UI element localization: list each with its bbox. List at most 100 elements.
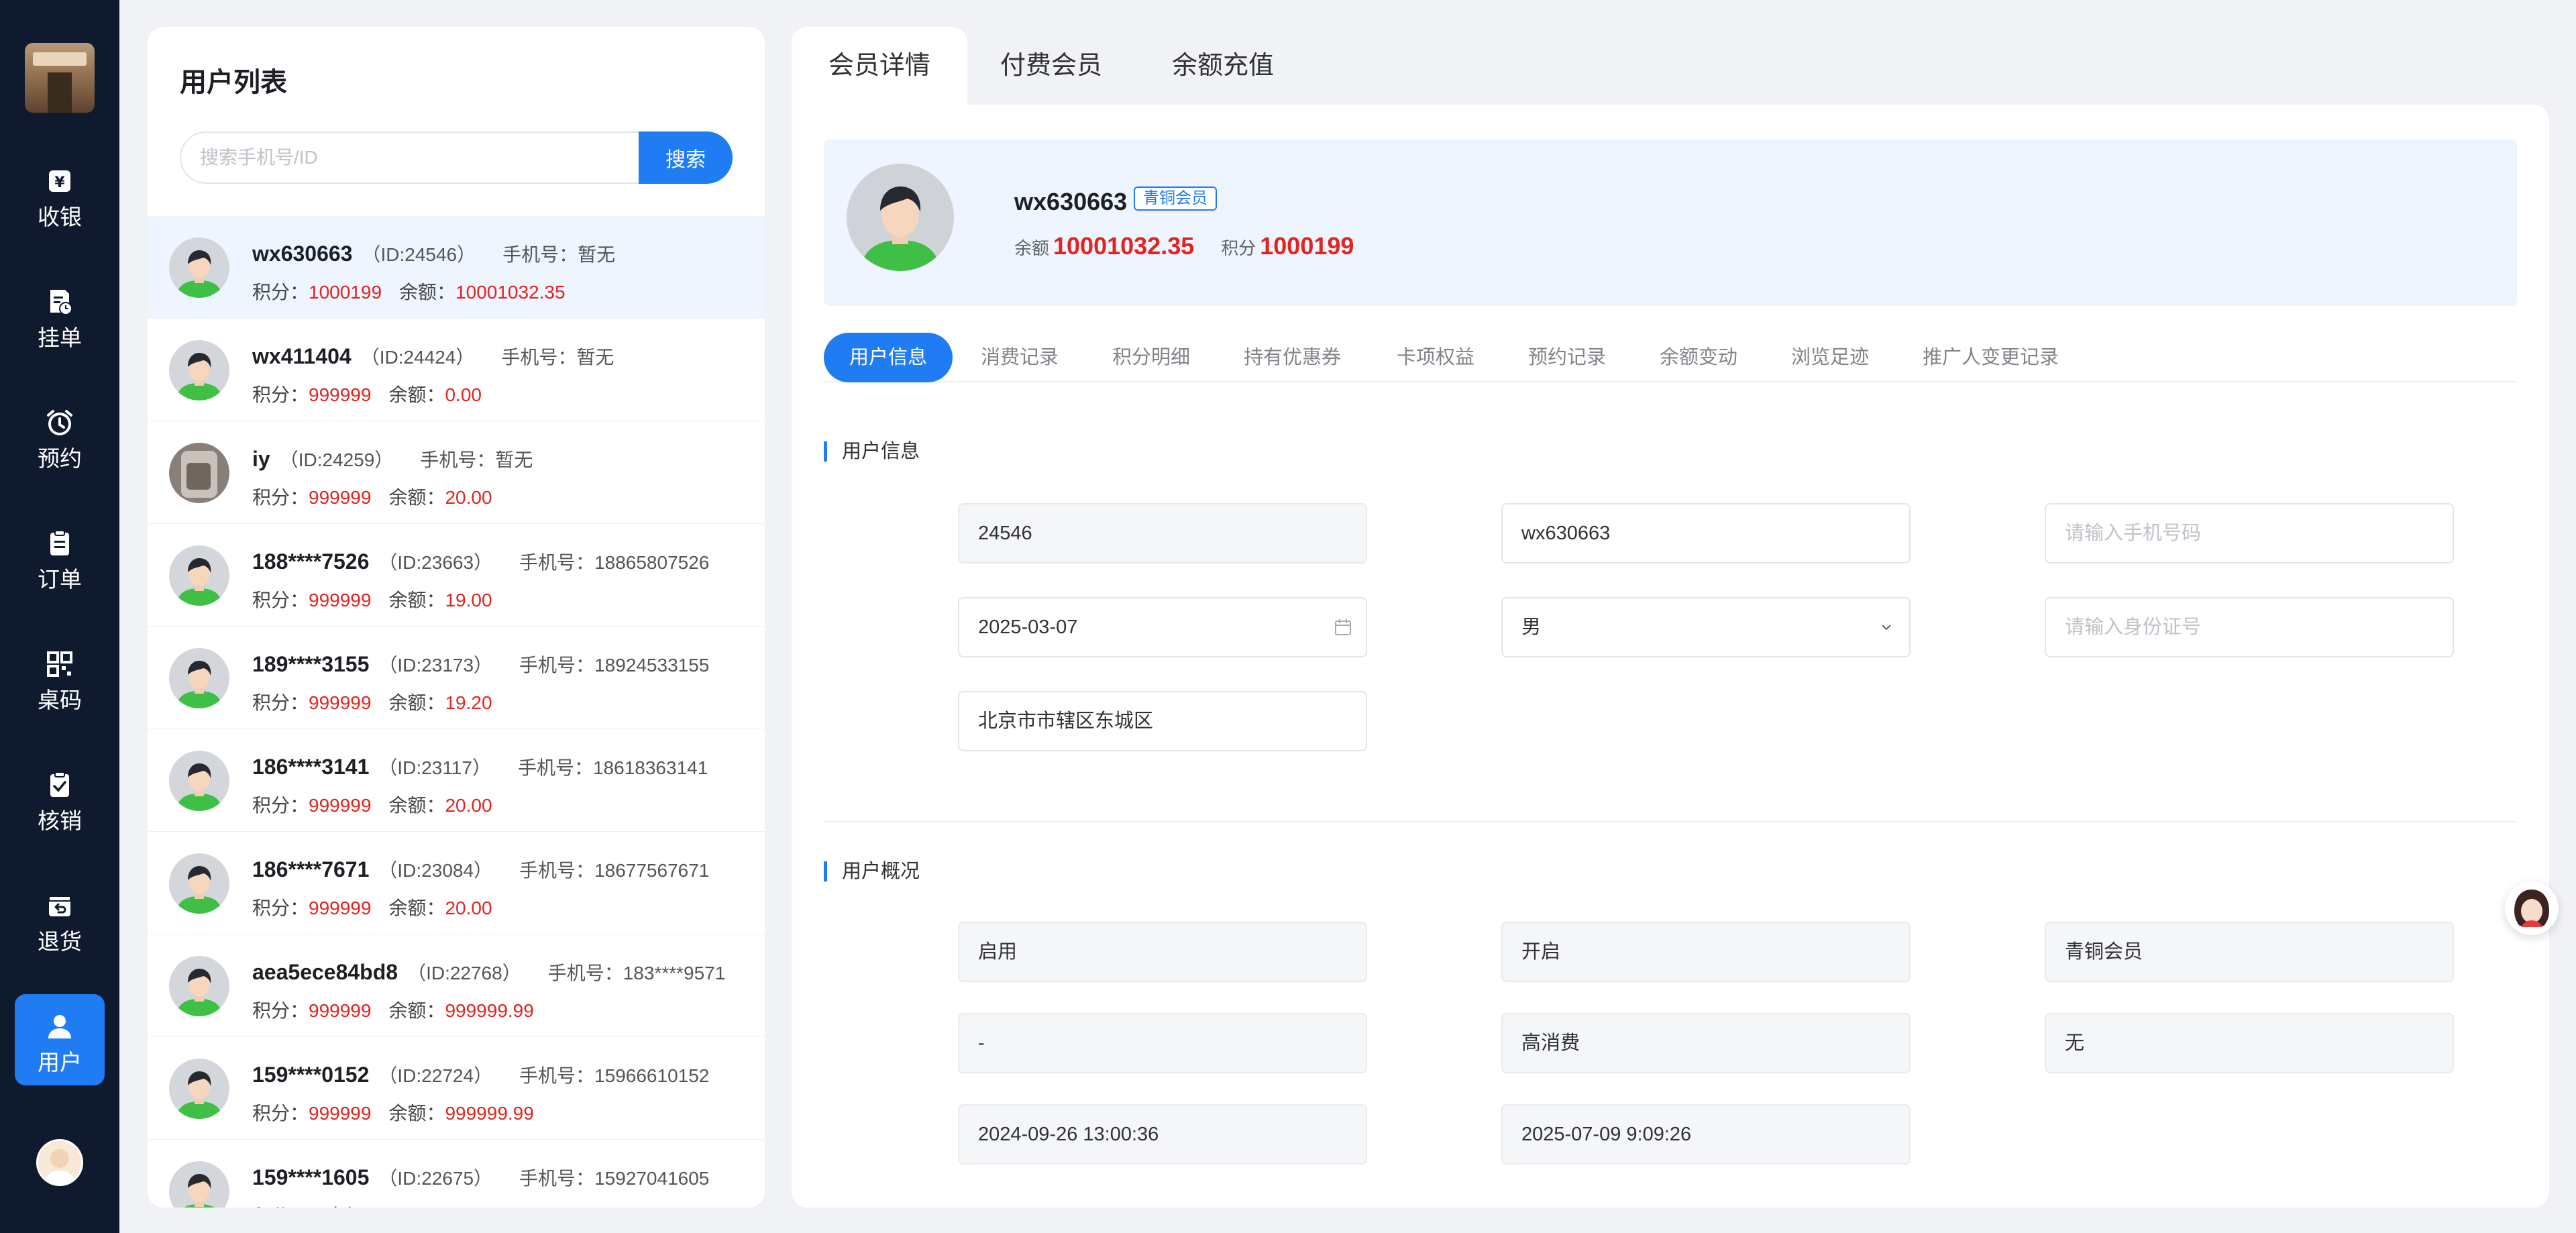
user-list-item[interactable]: 189****3155 （ID:23173） 手机号：18924533155 积分：9… <box>148 627 765 729</box>
field-real-name[interactable]: wx630663 <box>1501 503 1911 564</box>
return-icon <box>48 896 71 916</box>
tab-paid-member[interactable]: 付费会员 <box>967 27 1135 105</box>
user-list-item[interactable]: 159****0152 （ID:22724） 手机号：15966610152 积分：9… <box>148 1037 765 1140</box>
nav-table-code[interactable]: 桌码 <box>15 632 105 723</box>
user-phone: 18865807526 <box>594 552 710 573</box>
user-list-item[interactable]: 186****3141 （ID:23117） 手机号：18618363141 积分：9… <box>148 729 765 832</box>
current-user-avatar[interactable] <box>36 1139 83 1186</box>
user-balance: 20.00 <box>445 795 492 816</box>
pending-order-icon <box>50 290 72 315</box>
user-points: 999999 <box>309 1103 372 1124</box>
nav-orders[interactable]: 订单 <box>15 511 105 602</box>
nav-label: 挂单 <box>38 325 82 350</box>
field-birthday[interactable]: 2025-03-07 <box>958 597 1367 657</box>
user-avatar <box>169 956 229 1016</box>
nav-pending-order[interactable]: 挂单 <box>15 270 105 361</box>
field-address[interactable]: 北京市市辖区东城区 <box>958 691 1367 751</box>
subtab-balance-changes[interactable]: 余额变动 <box>1634 333 1763 382</box>
nav-label: 退货 <box>38 929 82 954</box>
store-logo[interactable] <box>25 43 95 113</box>
field-phone[interactable]: 请输入手机号码 <box>2045 503 2454 564</box>
points-label: 积分： <box>252 692 309 713</box>
balance-label: 余额： <box>388 692 445 713</box>
user-id: （ID:23663） <box>378 552 493 573</box>
user-points: 999999 <box>309 1000 372 1021</box>
member-name: wx630663 <box>1014 188 1128 215</box>
balance-label: 余额： <box>388 1000 445 1021</box>
user-name: aea5ece84bd8 <box>252 960 398 984</box>
user-points: 999999 <box>309 590 372 610</box>
user-avatar <box>169 237 229 298</box>
user-phone-label: 手机号： <box>420 449 496 470</box>
field-user-id: 24546 <box>958 503 1367 564</box>
subtab-consumption[interactable]: 消费记录 <box>955 333 1084 382</box>
user-row-header: iy （ID:24259） 手机号：暂无 <box>252 445 533 472</box>
user-list-item[interactable]: wx630663 （ID:24546） 手机号：暂无 积分：1000199 余额：100… <box>148 216 765 319</box>
nav-user[interactable]: 用户 <box>15 994 105 1085</box>
field-register-time: 2024-09-26 13:00:36 <box>958 1104 1367 1165</box>
user-phone-label: 手机号： <box>502 244 578 265</box>
search-button[interactable]: 搜索 <box>639 131 733 184</box>
member-detail-panel: wx630663 青铜会员 余额 10001032.35 积分 1000199 用户信… <box>792 105 2549 1208</box>
user-row-stats: 积分：999999 余额：0.00 <box>252 380 482 407</box>
user-points: 999999 <box>309 795 372 816</box>
subtab-user-info[interactable]: 用户信息 <box>824 333 953 382</box>
sidebar: ¥ 收银 挂单 预约 订单 桌码 核销 退货 用户 <box>0 0 119 1233</box>
user-name: 159****1605 <box>252 1165 370 1189</box>
member-balance-line: 余额 10001032.35 积分 1000199 <box>1014 232 1381 260</box>
user-list-item[interactable]: aea5ece84bd8 （ID:22768） 手机号：183****9571 积分：… <box>148 934 765 1037</box>
subtab-reservations[interactable]: 预约记录 <box>1503 333 1631 382</box>
qr-code-icon <box>47 651 72 677</box>
field-status: 开启 <box>1501 922 1911 982</box>
user-list-item[interactable]: 186****7671 （ID:23084） 手机号：18677567671 积分：9… <box>148 832 765 934</box>
subtab-points[interactable]: 积分明细 <box>1087 333 1216 382</box>
nav-cashier[interactable]: ¥ 收银 <box>15 149 105 240</box>
user-row-header: 186****3141 （ID:23117） 手机号：18618363141 <box>252 753 708 780</box>
user-avatar <box>169 443 229 503</box>
nav-return[interactable]: 退货 <box>15 873 105 965</box>
nav-verify[interactable]: 核销 <box>15 753 105 844</box>
member-level-badge: 青铜会员 <box>1134 186 1217 211</box>
user-list-item[interactable]: wx411404 （ID:24424） 手机号：暂无 积分：999999 余额：0.00 <box>148 319 765 421</box>
subtab-referrer-changes[interactable]: 推广人变更记录 <box>1897 333 2084 382</box>
customer-service-avatar[interactable] <box>2505 881 2559 935</box>
user-list-item[interactable]: 188****7526 （ID:23663） 手机号：18865807526 积分：9… <box>148 524 765 627</box>
user-icon <box>48 1015 71 1038</box>
user-phone: 18677567671 <box>594 860 710 881</box>
user-row-stats: 积分：999999 余额：19.20 <box>252 688 492 715</box>
user-phone-label: 手机号： <box>519 655 595 676</box>
user-id: （ID:24259） <box>279 449 394 470</box>
user-row-stats: 积分：999999 余额：20.00 <box>252 791 492 818</box>
nav-label: 桌码 <box>38 688 82 712</box>
user-id: （ID:23117） <box>378 757 491 778</box>
subtab-coupons[interactable]: 持有优惠券 <box>1218 333 1366 382</box>
user-search-input[interactable] <box>180 131 656 184</box>
tab-balance-recharge[interactable]: 余额充值 <box>1135 27 1311 105</box>
subtab-browse-history[interactable]: 浏览足迹 <box>1766 333 1894 382</box>
subtab-card-rights[interactable]: 卡项权益 <box>1371 333 1500 382</box>
user-avatar <box>169 1059 229 1119</box>
user-list-item[interactable]: 159****1605 （ID:22675） 手机号：15927041605 积分： 余… <box>148 1140 765 1208</box>
field-id-card[interactable]: 请输入身份证号 <box>2045 597 2454 657</box>
balance-label: 余额： <box>388 384 445 405</box>
verify-clipboard-icon <box>50 771 69 797</box>
user-points: 999999 <box>309 692 372 713</box>
svg-text:¥: ¥ <box>54 174 65 191</box>
user-points: 999999 <box>309 487 372 508</box>
calendar-icon[interactable] <box>1334 618 1352 637</box>
user-list-item[interactable]: iy （ID:24259） 手机号：暂无 积分：999999 余额：20.00 <box>148 421 765 524</box>
user-balance: 20.00 <box>445 487 492 508</box>
select-gender[interactable]: 男 <box>1501 597 1911 657</box>
balance-label: 余额： <box>399 282 456 303</box>
section-divider <box>824 821 2517 822</box>
tab-member-detail[interactable]: 会员详情 <box>792 27 967 105</box>
user-balance: 20.00 <box>445 898 492 918</box>
alarm-clock-icon <box>47 410 72 435</box>
gender-value: 男 <box>1521 616 1542 638</box>
nav-reservation[interactable]: 预约 <box>15 390 105 482</box>
user-points: 999999 <box>309 898 372 918</box>
user-phone: 18924533155 <box>594 655 710 676</box>
points-label: 积分： <box>252 282 309 303</box>
balance-label: 余额 <box>1014 238 1050 258</box>
user-row-header: 189****3155 （ID:23173） 手机号：18924533155 <box>252 651 709 678</box>
